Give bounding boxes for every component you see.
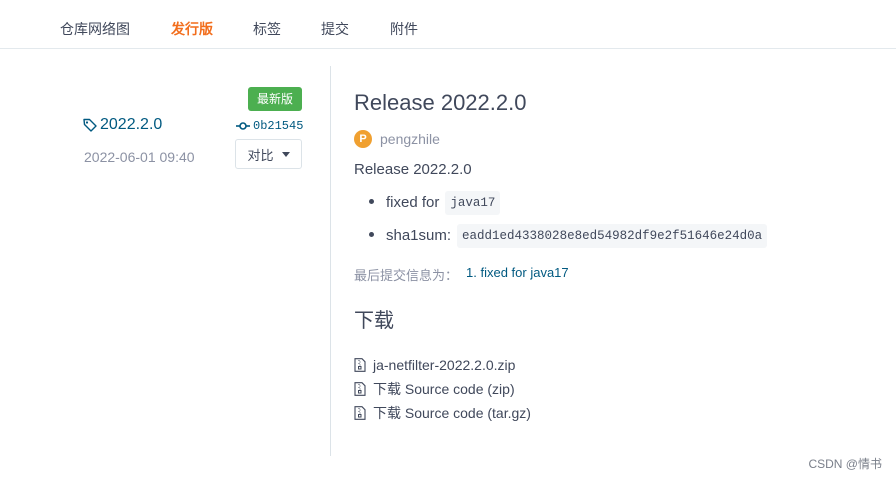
bullet-text: fixed for [386,194,440,211]
bullet-text: sha1sum: [386,227,452,244]
commit-link[interactable]: 0b21545 [236,119,303,133]
zip-file-icon [354,382,366,396]
compare-dropdown-button[interactable]: 对比 [235,139,302,169]
bullet-code: eadd1ed4338028e8ed54982df9e2f51646e24d0a [457,224,768,248]
compare-label: 对比 [247,147,274,163]
downloads-heading: 下载 [354,310,394,332]
release-date: 2022-06-01 09:40 [84,149,195,165]
downloads-list: ja-netfilter-2022.2.0.zip 下载 Source code… [354,353,874,425]
tab-tags[interactable]: 标签 [253,19,281,39]
author-name[interactable]: pengzhile [380,131,440,147]
last-commit-label: 最后提交信息为： [354,268,459,283]
tag-link[interactable]: 2022.2.0 [82,116,162,134]
commit-hash[interactable]: 0b21545 [253,119,303,133]
watermark: CSDN @情书 [808,457,882,471]
tab-commits[interactable]: 提交 [321,19,349,39]
last-commit-info: 最后提交信息为： 1. fixed for java17 [354,265,874,284]
tag-name[interactable]: 2022.2.0 [100,116,162,134]
list-item: sha1sum: eadd1ed4338028e8ed54982df9e2f51… [369,224,874,248]
zip-file-icon [354,358,366,372]
last-commit-link[interactable]: 1. fixed for java17 [466,265,569,284]
release-title: Release 2022.2.0 [354,90,527,115]
zip-file-icon [354,406,366,420]
release-description: Release 2022.2.0 [354,161,472,178]
tab-repo-network[interactable]: 仓库网络图 [60,19,130,39]
download-item-source-targz[interactable]: 下载 Source code (tar.gz) [354,401,874,425]
release-notes-list: fixed for java17 sha1sum: eadd1ed4338028… [354,191,874,248]
download-item-source-zip[interactable]: 下载 Source code (zip) [354,377,874,401]
tab-releases[interactable]: 发行版 [171,19,213,39]
list-item: fixed for java17 [369,191,874,215]
caret-down-icon [281,151,290,157]
author-row: P pengzhile [354,130,874,148]
tag-icon [83,118,97,132]
bullet-code: java17 [445,191,501,215]
release-sidebar: 最新版 2022.2.0 0b21545 2022-06-01 09:40 对比 [60,66,331,456]
download-label[interactable]: ja-netfilter-2022.2.0.zip [373,357,515,373]
tab-attachments[interactable]: 附件 [390,19,418,39]
download-label[interactable]: 下载 Source code (zip) [373,379,515,399]
tab-bar: 仓库网络图 发行版 标签 提交 附件 [0,0,896,49]
avatar[interactable]: P [354,130,372,148]
release-content: Release 2022.2.0 P pengzhile Release 202… [354,88,874,425]
download-item-zip-asset[interactable]: ja-netfilter-2022.2.0.zip [354,353,874,377]
latest-badge: 最新版 [248,87,302,111]
commit-icon [236,122,250,130]
download-label[interactable]: 下载 Source code (tar.gz) [373,403,531,423]
